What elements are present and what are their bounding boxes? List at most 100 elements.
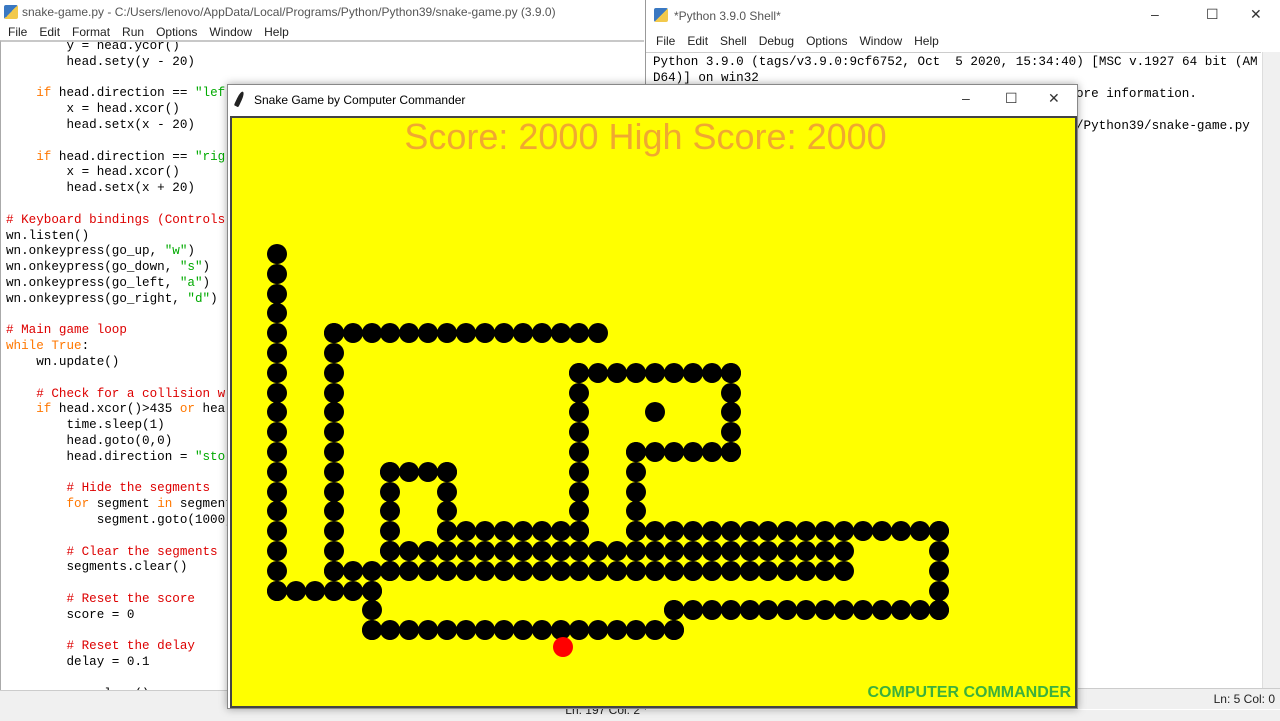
snake-segment: [663, 560, 684, 581]
menu-file[interactable]: File: [650, 34, 681, 48]
snake-segment: [588, 323, 609, 344]
code-line: wn.update(): [6, 355, 120, 369]
snake-segment: [323, 422, 344, 443]
snake-segment: [626, 521, 647, 542]
idle-icon: [654, 8, 668, 22]
snake-segment: [663, 541, 684, 561]
menu-window[interactable]: Window: [853, 34, 908, 48]
maximize-button[interactable]: ☐: [1206, 6, 1219, 23]
snake-segment: [437, 541, 458, 561]
snake-segment: [871, 521, 892, 542]
snake-segment: [682, 442, 703, 462]
menu-options[interactable]: Options: [150, 25, 203, 39]
snake-segment: [663, 521, 684, 542]
menu-shell[interactable]: Shell: [714, 34, 753, 48]
snake-segment: [361, 580, 382, 601]
menu-file[interactable]: File: [2, 25, 33, 39]
snake-segment: [456, 620, 476, 641]
snake-segment: [474, 560, 495, 581]
code-line: delay = 0.1: [6, 655, 150, 670]
snake-segment: [342, 560, 363, 581]
code-line: x = head.xcor(): [6, 165, 180, 180]
menu-format[interactable]: Format: [66, 25, 116, 39]
feather-icon: [233, 90, 246, 108]
snake-segment: [626, 442, 647, 462]
snake-segment: [267, 323, 287, 344]
snake-segment: [777, 560, 798, 581]
code-line: if head.direction == "rig: [36, 149, 226, 164]
snake-segment: [267, 560, 287, 581]
menu-run[interactable]: Run: [116, 25, 150, 39]
snake-segment: [531, 323, 552, 344]
snake-segment: [569, 560, 590, 581]
snake-segment: [361, 323, 382, 344]
code-line: time.sleep(1): [6, 418, 165, 433]
snake-segment: [323, 382, 344, 403]
menu-window[interactable]: Window: [203, 25, 258, 39]
snake-segment: [399, 461, 420, 482]
snake-segment: [626, 461, 647, 482]
snake-segment: [758, 541, 779, 561]
snake-segment: [531, 541, 552, 561]
menu-edit[interactable]: Edit: [33, 25, 66, 39]
close-button[interactable]: ✕: [1048, 90, 1060, 107]
snake-segment: [569, 442, 590, 462]
snake-segment: [550, 323, 571, 344]
snake-segment: [323, 501, 344, 522]
snake-segment: [323, 481, 344, 502]
snake-segment: [361, 620, 382, 641]
snake-segment: [720, 362, 741, 383]
shell-line: Python 3.9.0 (tags/v3.9.0:9cf6752, Oct 5…: [653, 55, 1258, 69]
close-button[interactable]: ✕: [1250, 6, 1262, 23]
snake-segment: [645, 560, 665, 581]
snake-segment: [342, 580, 363, 601]
snake-segment: [456, 560, 476, 581]
code-line: # Reset the delay: [66, 639, 195, 654]
code-line: # Keyboard bindings (Controls: [6, 212, 226, 227]
snake-segment: [267, 501, 287, 522]
snake-segment: [437, 501, 458, 522]
code-line: wn.onkeypress(go_down, "s"): [6, 260, 211, 275]
snake-segment: [626, 501, 647, 522]
snake-segment: [399, 323, 420, 344]
snake-segment: [361, 560, 382, 581]
snake-segment: [474, 541, 495, 561]
snake-segment: [626, 362, 647, 383]
menu-help[interactable]: Help: [258, 25, 295, 39]
snake-segment: [437, 620, 458, 641]
snake-segment: [682, 600, 703, 621]
menu-options[interactable]: Options: [800, 34, 853, 48]
snake-segment: [285, 580, 306, 601]
shell-scrollbar[interactable]: [1262, 52, 1280, 688]
snake-segment: [720, 600, 741, 621]
snake-segment: [645, 362, 665, 383]
snake-segment: [663, 600, 684, 621]
maximize-button[interactable]: ☐: [1005, 90, 1018, 107]
snake-segment: [645, 402, 665, 423]
snake-segment: [909, 521, 930, 542]
snake-segment: [380, 541, 401, 561]
minimize-button[interactable]: –: [1151, 6, 1159, 22]
code-line: head.setx(x + 20): [6, 181, 195, 196]
snake-segment: [682, 521, 703, 542]
brand-label: COMPUTER COMMANDER: [867, 684, 1071, 701]
game-canvas[interactable]: Score: 2000 High Score: 2000 COMPUTER CO…: [230, 116, 1077, 708]
code-line: # Reset the score: [66, 592, 195, 606]
snake-segment: [323, 402, 344, 423]
menu-help[interactable]: Help: [908, 34, 945, 48]
snake-segment: [512, 521, 533, 542]
code-line: if head.xcor()>435 or hea: [36, 402, 226, 417]
snake-segment: [323, 541, 344, 561]
snake-segment: [796, 541, 817, 561]
snake-segment: [701, 442, 722, 462]
minimize-button[interactable]: –: [962, 90, 970, 106]
snake-segment: [663, 362, 684, 383]
menu-debug[interactable]: Debug: [753, 34, 800, 48]
snake-segment: [720, 521, 741, 542]
snake-segment: [493, 521, 514, 542]
snake-segment: [418, 323, 439, 344]
snake-segment: [550, 541, 571, 561]
snake-segment: [323, 442, 344, 462]
snake-segment: [493, 620, 514, 641]
menu-edit[interactable]: Edit: [681, 34, 714, 48]
